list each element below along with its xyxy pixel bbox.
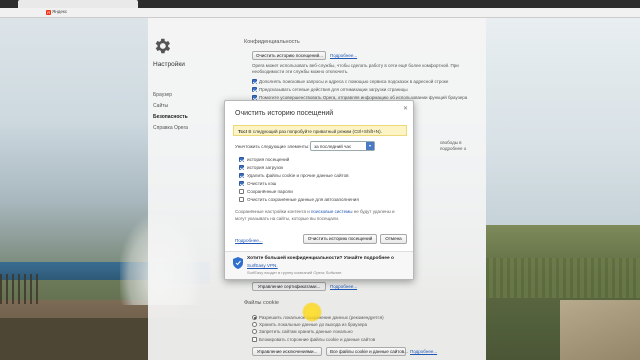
clear-item-checkbox[interactable]: [239, 189, 244, 194]
period-select-value: за последний час: [314, 144, 352, 149]
bookmarks-bar: [0, 8, 640, 18]
background-grass: [486, 258, 640, 298]
chevron-down-icon: ▾: [366, 142, 374, 150]
sidebar-item-browser[interactable]: Браузер: [153, 92, 172, 98]
background-sky: [486, 18, 640, 228]
background-fence: [0, 274, 40, 304]
promo-title: Хотите большей конфиденциальности? Узнай…: [247, 256, 394, 261]
sidebar-item-help[interactable]: Справка Opera: [153, 125, 188, 131]
promo-subtext: SurfEasy входит в группу компаний Opera …: [247, 270, 343, 275]
certificates-more-link[interactable]: Подробнее...: [330, 284, 357, 289]
browser-tab[interactable]: [18, 0, 138, 8]
settings-sidebar: [148, 18, 234, 360]
search-engines-link[interactable]: поисковые системы: [311, 209, 352, 214]
close-icon[interactable]: ✕: [403, 105, 408, 112]
dialog-more-link[interactable]: Подробнее...: [235, 238, 263, 243]
clear-history-dialog: Очистить историю посещений ✕ Тсс! В след…: [224, 100, 414, 280]
cookie-radio[interactable]: [252, 322, 257, 327]
bookmark-yandex[interactable]: Яндекс: [52, 9, 67, 14]
privacy-description-2: необходимости эти службы можно отключить…: [252, 69, 349, 74]
sidebar-title: Настройки: [153, 61, 185, 68]
clear-item-label: Сохранённые пароли: [247, 188, 293, 194]
partial-text: свободы в: [440, 140, 462, 145]
sidebar-item-sites[interactable]: Сайты: [153, 103, 168, 109]
manage-certificates-button[interactable]: Управление сертификатами...: [252, 282, 326, 291]
privacy-option-label: Дополнять поисковые запросы и адреса с п…: [259, 79, 449, 84]
partial-text: подробнее о: [440, 146, 467, 151]
clear-item-checkbox[interactable]: [239, 157, 244, 162]
all-cookies-button[interactable]: Все файлы cookie и данные сайтов...: [326, 347, 408, 356]
block-third-party-checkbox[interactable]: [252, 337, 257, 342]
cookie-radio-label: Разрешить локальное сохранение данных (р…: [259, 315, 384, 320]
clear-item-label: Удалить файлы cookie и прочие данные сай…: [247, 172, 349, 178]
privacy-description-1: Opera может использовать веб-службы, что…: [252, 63, 459, 68]
yandex-icon: Я: [46, 10, 51, 15]
cookies-section-title: Файлы cookie: [244, 300, 279, 306]
clear-item-label: Очистить кэш: [247, 180, 277, 186]
period-select[interactable]: за последний час ▾: [310, 141, 375, 151]
mouse-cursor-highlight: [302, 302, 322, 322]
privacy-option-checkbox[interactable]: [252, 87, 257, 92]
clear-item-checkbox[interactable]: [239, 197, 244, 202]
clear-item-checkbox[interactable]: [239, 173, 244, 178]
clear-history-open-button[interactable]: Очистить историю посещений...: [252, 51, 326, 60]
surfeasy-link[interactable]: SurfEasy VPN.: [247, 263, 278, 268]
note-text: Сохранённые настройки контента и: [235, 209, 311, 214]
cookie-radio-label: Запретить сайтам хранить данные локально: [259, 329, 353, 334]
clear-item-label: история загрузок: [247, 164, 284, 170]
privacy-option-checkbox[interactable]: [252, 79, 257, 84]
clear-item-checkbox[interactable]: [239, 165, 244, 170]
privacy-section-title: Конфиденциальность: [244, 39, 300, 45]
background-path: [560, 300, 640, 360]
clear-item-checkbox[interactable]: [239, 181, 244, 186]
tip-bold: Тсс!: [238, 128, 248, 134]
block-third-party-label: Блокировать сторонние файлы cookie и дан…: [259, 337, 376, 342]
note-text: могут указывать на сайты, которые вы пос…: [235, 215, 340, 221]
manage-exceptions-button[interactable]: Управление исключениями...: [252, 347, 322, 356]
tip-text: В следующий раз попробуйте приватный реж…: [247, 128, 382, 134]
private-mode-tip: Тсс! В следующий раз попробуйте приватны…: [233, 125, 407, 136]
clear-item-label: Очистить сохранённые данные для автозапо…: [247, 196, 359, 202]
gear-icon: [155, 38, 171, 54]
privacy-option-label: Предсказывать сетевые действия для оптим…: [259, 87, 408, 92]
clear-history-button[interactable]: Очистить историю посещений: [303, 234, 377, 244]
tab-bar: [0, 0, 640, 8]
cookie-radio[interactable]: [252, 329, 257, 334]
cookie-radio-label: Хранить локальные данные до выхода из бр…: [259, 322, 368, 327]
dialog-note: Сохранённые настройки контента и поисков…: [235, 209, 405, 222]
period-label: Уничтожить следующие элементы:: [235, 144, 310, 149]
clear-item-label: история посещений: [247, 156, 290, 162]
dialog-title: Очистить историю посещений: [235, 110, 334, 117]
privacy-more-link[interactable]: Подробнее...: [330, 53, 357, 58]
sidebar-item-security[interactable]: Безопасность: [153, 114, 188, 120]
shield-icon: [233, 257, 243, 269]
cancel-button[interactable]: Отмена: [380, 234, 407, 244]
cookies-more-link[interactable]: Подробнее...: [410, 349, 437, 354]
note-text: не будут удалены и: [352, 209, 395, 214]
cookie-radio[interactable]: [252, 315, 257, 320]
